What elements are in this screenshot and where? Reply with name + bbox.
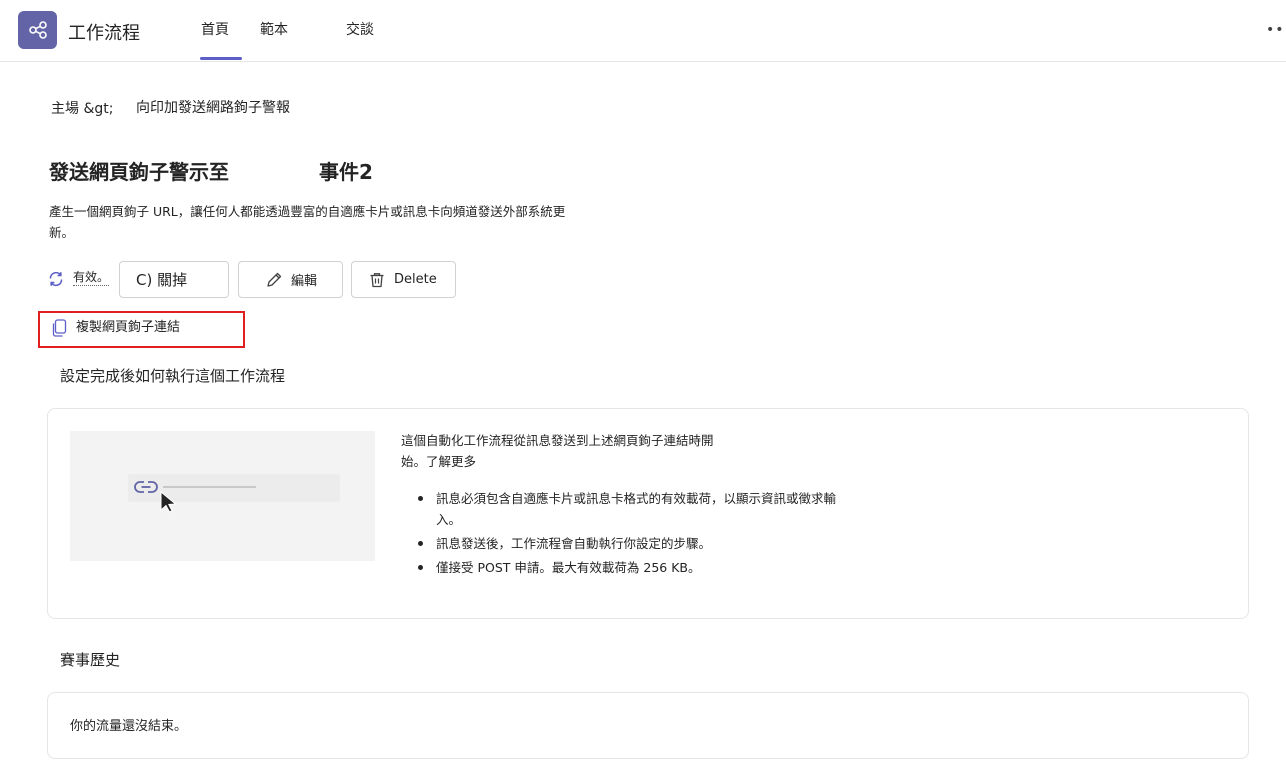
copy-webhook-link-button[interactable]: 複製網頁鉤子連結	[52, 316, 180, 337]
turn-off-label: C) 關掉	[136, 271, 188, 289]
status-label[interactable]: 有效。	[73, 268, 110, 286]
page-title-suffix: 事件2	[319, 160, 373, 184]
cursor-icon	[160, 490, 177, 513]
page-title: 發送網頁鉤子警示至	[49, 160, 229, 184]
delete-button[interactable]: Delete	[351, 261, 456, 298]
trash-icon	[370, 272, 384, 287]
more-options-icon[interactable]: •••	[1266, 22, 1286, 38]
link-icon	[134, 481, 158, 493]
pencil-icon	[267, 272, 282, 287]
tab-home[interactable]: 首頁	[201, 19, 229, 39]
tab-selected-indicator	[200, 57, 242, 60]
copy-icon	[52, 319, 67, 337]
tab-templates[interactable]: 範本	[260, 19, 288, 39]
copy-webhook-link-label: 複製網頁鉤子連結	[76, 320, 181, 335]
workflow-app-icon[interactable]	[18, 11, 57, 49]
turn-off-button[interactable]: C) 關掉	[119, 261, 229, 298]
top-bar: 工作流程 首頁 範本 交談 •••	[0, 0, 1286, 62]
illustration-url-line	[163, 486, 256, 488]
how-it-runs-list: 訊息必須包含自適應卡片或訊息卡格式的有效載荷，以顯示資訊或徵求輸入。 訊息發送後…	[418, 488, 838, 581]
flow-description: 產生一個網頁鉤子 URL，讓任何人都能透過豐富的自適應卡片或訊息卡向頻道發送外部…	[49, 204, 566, 240]
list-item: 訊息發送後，工作流程會自動執行你設定的步驟。	[418, 533, 838, 554]
breadcrumb-root[interactable]: 主場 &gt;	[51, 98, 113, 118]
how-it-runs-heading: 設定完成後如何執行這個工作流程	[60, 367, 286, 385]
edit-button[interactable]: 編輯	[238, 261, 343, 298]
list-item: 訊息必須包含自適應卡片或訊息卡格式的有效載荷，以顯示資訊或徵求輸入。	[418, 488, 838, 530]
tab-chat[interactable]: 交談	[346, 19, 374, 39]
run-history-card	[47, 692, 1249, 759]
how-it-runs-intro: 這個自動化工作流程從訊息發送到上述網頁鉤子連結時開始。了解更多	[401, 433, 714, 469]
edit-label: 編輯	[291, 274, 318, 289]
run-history-heading: 賽事歷史	[60, 651, 121, 669]
breadcrumb-current: 向印加發送網路鉤子警報	[136, 100, 290, 116]
app-title: 工作流程	[68, 23, 140, 44]
share-nodes-icon	[28, 21, 47, 39]
run-history-empty-text: 你的流量還沒結束。	[70, 719, 188, 734]
delete-label: Delete	[394, 272, 437, 287]
sync-status-icon	[49, 271, 63, 287]
list-item: 僅接受 POST 申請。最大有效載荷為 256 KB。	[418, 557, 838, 578]
